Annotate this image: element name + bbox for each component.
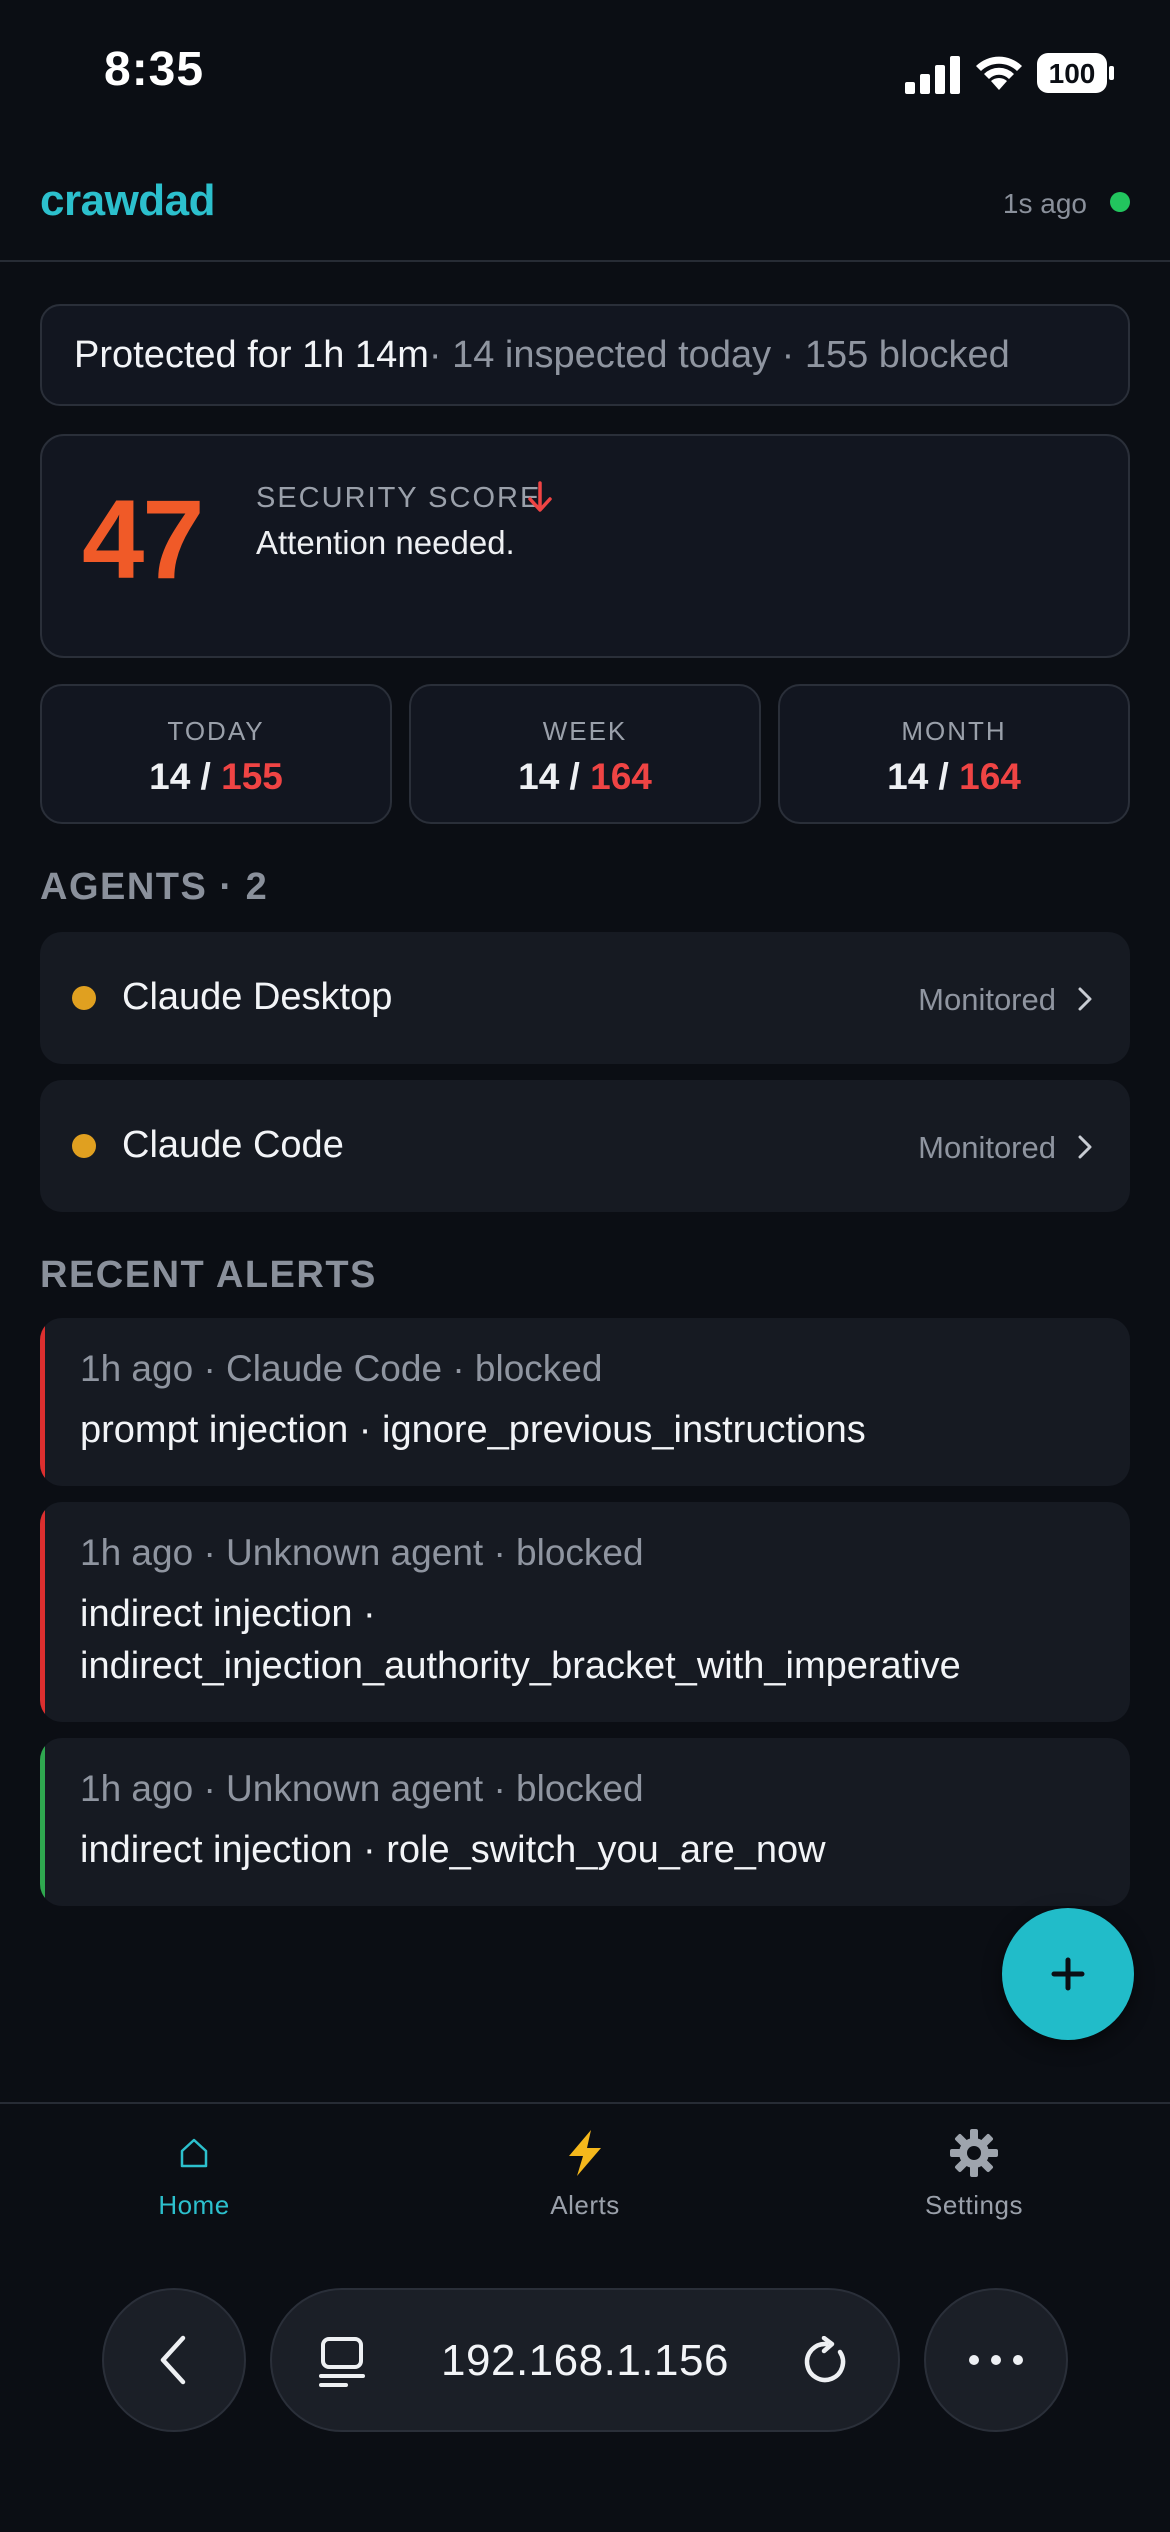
nav-label: Home	[158, 2190, 230, 2220]
stat-value: 14 / 164	[780, 756, 1128, 798]
stat-month: MONTH 14 / 164	[778, 684, 1130, 824]
stat-separator: /	[928, 756, 960, 797]
agent-status: Monitored	[918, 1130, 1056, 1165]
plus-icon	[1051, 1957, 1085, 1991]
more-dots-icon	[969, 2355, 1023, 2365]
stat-inspected: 14	[887, 756, 929, 797]
agent-row-claude-code[interactable]: Claude Code Monitored	[40, 1080, 1130, 1212]
stat-label: TODAY	[167, 716, 265, 746]
stat-separator: /	[559, 756, 591, 797]
agents-heading: AGENTS · 2	[40, 866, 269, 908]
address-bar[interactable]: 192.168.1.156	[270, 2288, 900, 2432]
lightning-icon	[485, 2128, 685, 2178]
stat-value: 14 / 155	[42, 756, 390, 798]
app-header: crawdad 1s ago	[0, 140, 1170, 262]
gear-icon	[874, 2128, 1074, 2178]
stat-today: TODAY 14 / 155	[40, 684, 392, 824]
protection-summary: Protected for 1h 14m · 14 inspected toda…	[40, 304, 1130, 406]
agent-status-dot	[72, 1134, 96, 1158]
alert-item[interactable]: 1h ago · Unknown agent · blocked indirec…	[40, 1738, 1130, 1906]
nav-label: Alerts	[550, 2190, 620, 2220]
bottom-nav: Home Alerts Settings	[0, 2102, 1170, 2228]
security-score-label: SECURITY SCORE	[256, 482, 542, 514]
battery-level: 100	[1049, 58, 1096, 89]
alert-meta: 1h ago · Claude Code · blocked	[80, 1348, 603, 1389]
alert-severity-bar	[40, 1318, 45, 1486]
app-screen: 8:35 100 crawdad 1s ago Protected for 1h…	[0, 0, 1170, 2532]
stat-separator: /	[190, 756, 222, 797]
stat-blocked: 155	[221, 756, 283, 797]
alert-item[interactable]: 1h ago · Claude Code · blocked prompt in…	[40, 1318, 1130, 1486]
last-updated: 1s ago	[1002, 188, 1087, 219]
agent-name: Claude Code	[122, 1124, 344, 1166]
alert-item[interactable]: 1h ago · Unknown agent · blocked indirec…	[40, 1502, 1130, 1722]
home-icon	[94, 2128, 294, 2178]
stat-blocked: 164	[590, 756, 652, 797]
chevron-right-icon	[1078, 987, 1092, 1011]
alert-severity-bar	[40, 1502, 45, 1722]
chevron-left-icon	[160, 2335, 186, 2385]
agent-status: Monitored	[918, 982, 1056, 1017]
nav-settings[interactable]: Settings	[874, 2128, 1074, 2221]
status-time: 8:35	[104, 43, 205, 96]
browser-toolbar: 192.168.1.156	[0, 2228, 1170, 2532]
stat-blocked: 164	[959, 756, 1021, 797]
trend-down-icon	[528, 481, 552, 512]
brand-logo[interactable]: crawdad	[40, 176, 216, 226]
stat-label: MONTH	[901, 716, 1007, 746]
back-button[interactable]	[102, 2288, 246, 2432]
status-bar: 8:35 100	[0, 0, 1170, 140]
alerts-heading: RECENT ALERTS	[40, 1254, 377, 1296]
nav-home[interactable]: Home	[94, 2128, 294, 2221]
battery-icon: 100	[1037, 53, 1114, 93]
alert-body: prompt injection · ignore_previous_instr…	[80, 1409, 866, 1451]
nav-label: Settings	[925, 2190, 1023, 2220]
protection-details: · 14 inspected today · 155 blocked	[428, 333, 1010, 376]
more-button[interactable]	[924, 2288, 1068, 2432]
alert-body: indirect injection · role_switch_you_are…	[80, 1829, 826, 1871]
alert-meta: 1h ago · Unknown agent · blocked	[80, 1768, 644, 1809]
security-score-card: 47 SECURITY SCORE Attention needed.	[40, 434, 1130, 658]
agent-status-dot	[72, 986, 96, 1010]
alert-severity-bar	[40, 1738, 45, 1906]
alert-body: indirect injection · indirect_injection_…	[80, 1593, 961, 1687]
agent-name: Claude Desktop	[122, 976, 393, 1018]
reload-icon[interactable]	[800, 2336, 852, 2388]
wifi-icon	[976, 56, 1022, 90]
add-button[interactable]	[1002, 1908, 1134, 2040]
live-status-dot	[1110, 192, 1130, 212]
agent-row-claude-desktop[interactable]: Claude Desktop Monitored	[40, 932, 1130, 1064]
stat-inspected: 14	[149, 756, 191, 797]
protected-duration: Protected for 1h 14m	[74, 333, 429, 376]
stat-label: WEEK	[542, 716, 628, 746]
stat-inspected: 14	[518, 756, 560, 797]
cellular-signal-icon	[905, 56, 960, 94]
alert-meta: 1h ago · Unknown agent · blocked	[80, 1532, 644, 1573]
security-score-value: 47	[82, 477, 205, 602]
security-score-message: Attention needed.	[256, 524, 515, 561]
nav-alerts[interactable]: Alerts	[485, 2128, 685, 2221]
stat-week: WEEK 14 / 164	[409, 684, 761, 824]
chevron-right-icon	[1078, 1135, 1092, 1159]
stat-value: 14 / 164	[411, 756, 759, 798]
